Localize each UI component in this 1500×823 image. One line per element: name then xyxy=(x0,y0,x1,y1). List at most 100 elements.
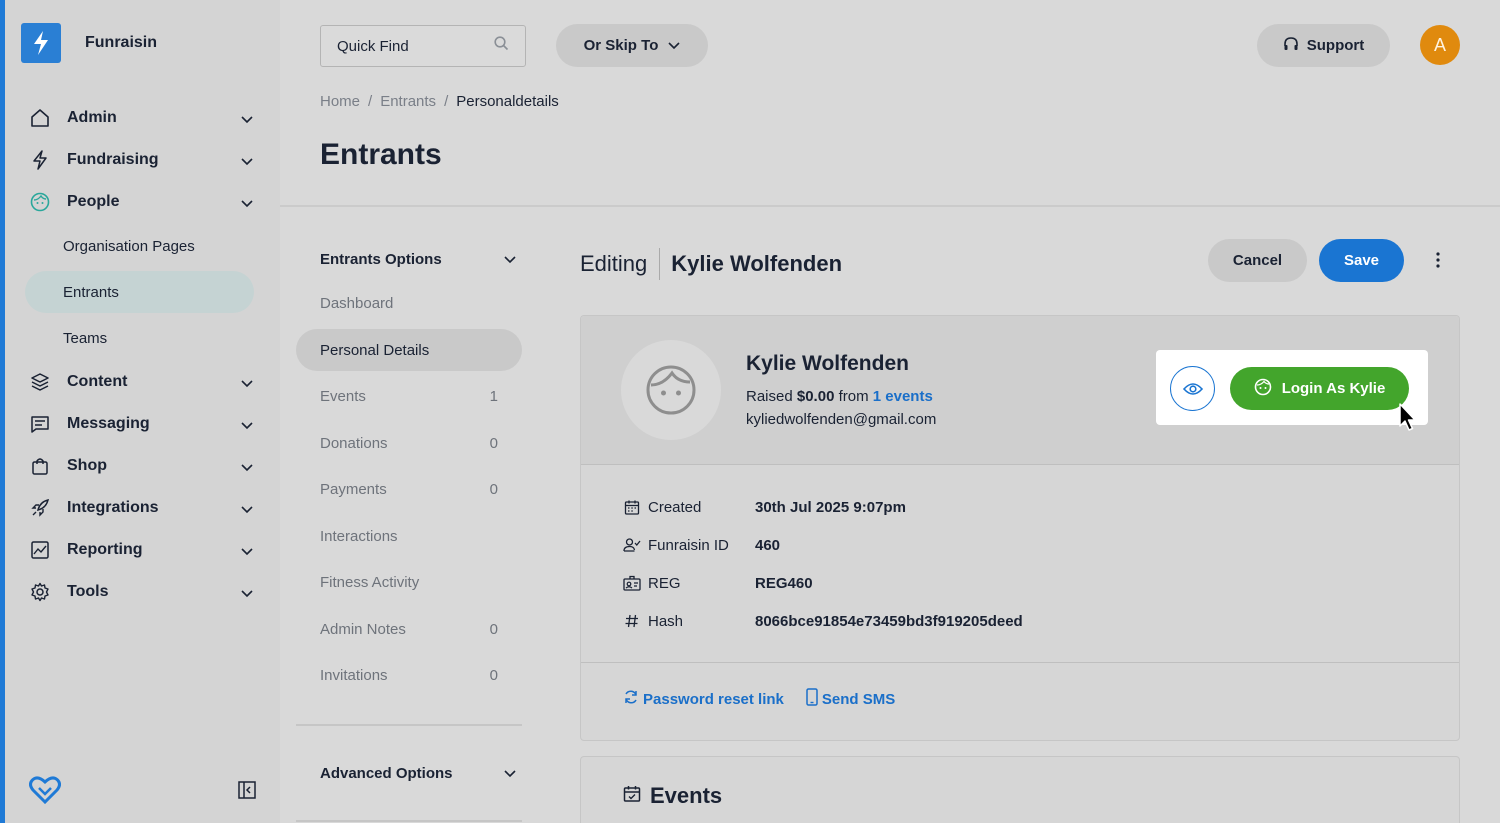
breadcrumb-entrants[interactable]: Entrants xyxy=(380,93,436,110)
option-label: Dashboard xyxy=(320,295,394,312)
more-options-icon[interactable] xyxy=(1428,250,1448,270)
option-dashboard[interactable]: Dashboard xyxy=(296,283,522,325)
raised-prefix: Raised xyxy=(746,388,793,405)
save-button[interactable]: Save xyxy=(1319,239,1404,282)
calendar-icon xyxy=(623,498,641,516)
divider xyxy=(581,662,1459,663)
search-icon[interactable] xyxy=(494,36,509,56)
sidebar-sub-teams[interactable]: Teams xyxy=(25,315,265,361)
face-icon xyxy=(1254,378,1272,400)
headset-icon xyxy=(1283,36,1299,56)
login-as-button[interactable]: Login As Kylie xyxy=(1230,367,1409,410)
sidebar-item-content[interactable]: Content xyxy=(25,361,265,403)
view-profile-button[interactable] xyxy=(1170,366,1215,411)
entrant-actions: Password reset link Send SMS xyxy=(623,688,895,710)
user-check-icon xyxy=(623,536,641,554)
profile-name: Kylie Wolfenden xyxy=(746,352,909,375)
sidebar-nav: Admin Fundraising People Organisation Pa… xyxy=(25,97,265,613)
option-count: 0 xyxy=(489,667,498,684)
editing-header: Editing Kylie Wolfenden xyxy=(580,248,842,280)
option-fitness-activity[interactable]: Fitness Activity xyxy=(296,562,522,604)
sidebar-item-label: Messaging xyxy=(67,415,150,432)
eye-icon xyxy=(1182,382,1203,395)
breadcrumb-separator: / xyxy=(444,93,449,110)
support-button[interactable]: Support xyxy=(1257,24,1390,67)
option-interactions[interactable]: Interactions xyxy=(296,515,522,557)
editing-name: Kylie Wolfenden xyxy=(671,251,843,276)
sidebar-item-messaging[interactable]: Messaging xyxy=(25,403,265,445)
advanced-options-header[interactable]: Advanced Options xyxy=(296,754,522,792)
events-card: Events xyxy=(580,756,1460,823)
breadcrumb-current: Personaldetails xyxy=(456,93,559,110)
advanced-options-title: Advanced Options xyxy=(320,764,453,782)
sidebar: Funraisin Admin Fundraising People Organ… xyxy=(0,0,280,823)
chart-icon xyxy=(29,539,51,561)
sidebar-item-label: Tools xyxy=(67,583,109,600)
sidebar-item-reporting[interactable]: Reporting xyxy=(25,529,265,571)
sidebar-item-shop[interactable]: Shop xyxy=(25,445,265,487)
detail-value: REG460 xyxy=(755,574,813,592)
sidebar-item-fundraising[interactable]: Fundraising xyxy=(25,139,265,181)
option-personal-details[interactable]: Personal Details xyxy=(296,329,522,371)
option-count: 1 xyxy=(489,388,498,405)
raised-summary: Raised $0.00 from 1 events xyxy=(746,388,933,405)
sidebar-item-integrations[interactable]: Integrations xyxy=(25,487,265,529)
calendar-event-icon xyxy=(623,783,641,809)
option-count: 0 xyxy=(489,434,498,452)
option-label: Admin Notes xyxy=(320,620,406,638)
option-invitations[interactable]: Invitations 0 xyxy=(296,655,522,697)
detail-label: Funraisin ID xyxy=(648,536,729,554)
sidebar-sub-organisation-pages[interactable]: Organisation Pages xyxy=(25,223,265,269)
chevron-down-icon xyxy=(241,111,253,129)
option-payments[interactable]: Payments 0 xyxy=(296,469,522,511)
events-link[interactable]: 1 events xyxy=(873,388,933,405)
entrants-options-header[interactable]: Entrants Options xyxy=(296,240,522,278)
avatar[interactable]: A xyxy=(1420,25,1460,65)
sidebar-item-people[interactable]: People xyxy=(25,181,265,223)
heart-logo-icon[interactable] xyxy=(29,776,61,809)
home-icon xyxy=(29,107,51,129)
profile-email: kyliedwolfenden@gmail.com xyxy=(746,411,937,428)
send-sms-label: Send SMS xyxy=(821,690,896,708)
search-input[interactable] xyxy=(337,37,477,55)
brand[interactable]: Funraisin xyxy=(21,23,157,63)
breadcrumb: Home / Entrants / Personaldetails xyxy=(320,93,559,110)
sidebar-item-label: Fundraising xyxy=(67,151,159,168)
sidebar-item-tools[interactable]: Tools xyxy=(25,571,265,613)
mouse-cursor-icon xyxy=(1398,403,1418,438)
face-icon xyxy=(646,365,696,415)
id-card-icon xyxy=(623,574,641,592)
editing-prefix: Editing xyxy=(580,248,661,280)
option-label: Personal Details xyxy=(320,341,430,359)
entrant-profile-card: Kylie Wolfenden Raised $0.00 from 1 even… xyxy=(580,315,1460,741)
collapse-sidebar-icon[interactable] xyxy=(238,781,256,804)
option-events[interactable]: Events 1 xyxy=(296,376,522,418)
option-donations[interactable]: Donations 0 xyxy=(296,422,522,464)
password-reset-link[interactable]: Password reset link xyxy=(623,688,784,710)
password-reset-label: Password reset link xyxy=(643,690,784,708)
raised-amount: $0.00 xyxy=(796,388,835,405)
sidebar-item-label: Shop xyxy=(67,457,107,474)
detail-value: 30th Jul 2025 9:07pm xyxy=(755,498,906,516)
chevron-down-icon xyxy=(241,585,253,603)
message-icon xyxy=(29,413,51,435)
sidebar-item-label: Admin xyxy=(67,109,117,126)
option-admin-notes[interactable]: Admin Notes 0 xyxy=(296,608,522,650)
skip-to-dropdown[interactable]: Or Skip To xyxy=(556,24,708,67)
breadcrumb-home[interactable]: Home xyxy=(320,93,360,110)
chevron-down-icon xyxy=(241,195,253,213)
send-sms-link[interactable]: Send SMS xyxy=(806,688,895,710)
refresh-icon xyxy=(623,689,639,709)
option-label: Interactions xyxy=(320,527,398,545)
detail-row: Funraisin ID 460 xyxy=(623,526,1023,564)
entrants-options-title: Entrants Options xyxy=(320,250,442,268)
page-title: Entrants xyxy=(320,138,442,171)
phone-icon xyxy=(806,688,818,710)
sidebar-sub-entrants[interactable]: Entrants xyxy=(25,271,254,313)
cancel-button[interactable]: Cancel xyxy=(1208,239,1307,282)
bolt-icon xyxy=(29,149,51,171)
brand-name: Funraisin xyxy=(85,34,158,51)
sidebar-item-label: Reporting xyxy=(67,541,143,558)
quick-find-search[interactable] xyxy=(320,25,526,67)
sidebar-item-admin[interactable]: Admin xyxy=(25,97,265,139)
